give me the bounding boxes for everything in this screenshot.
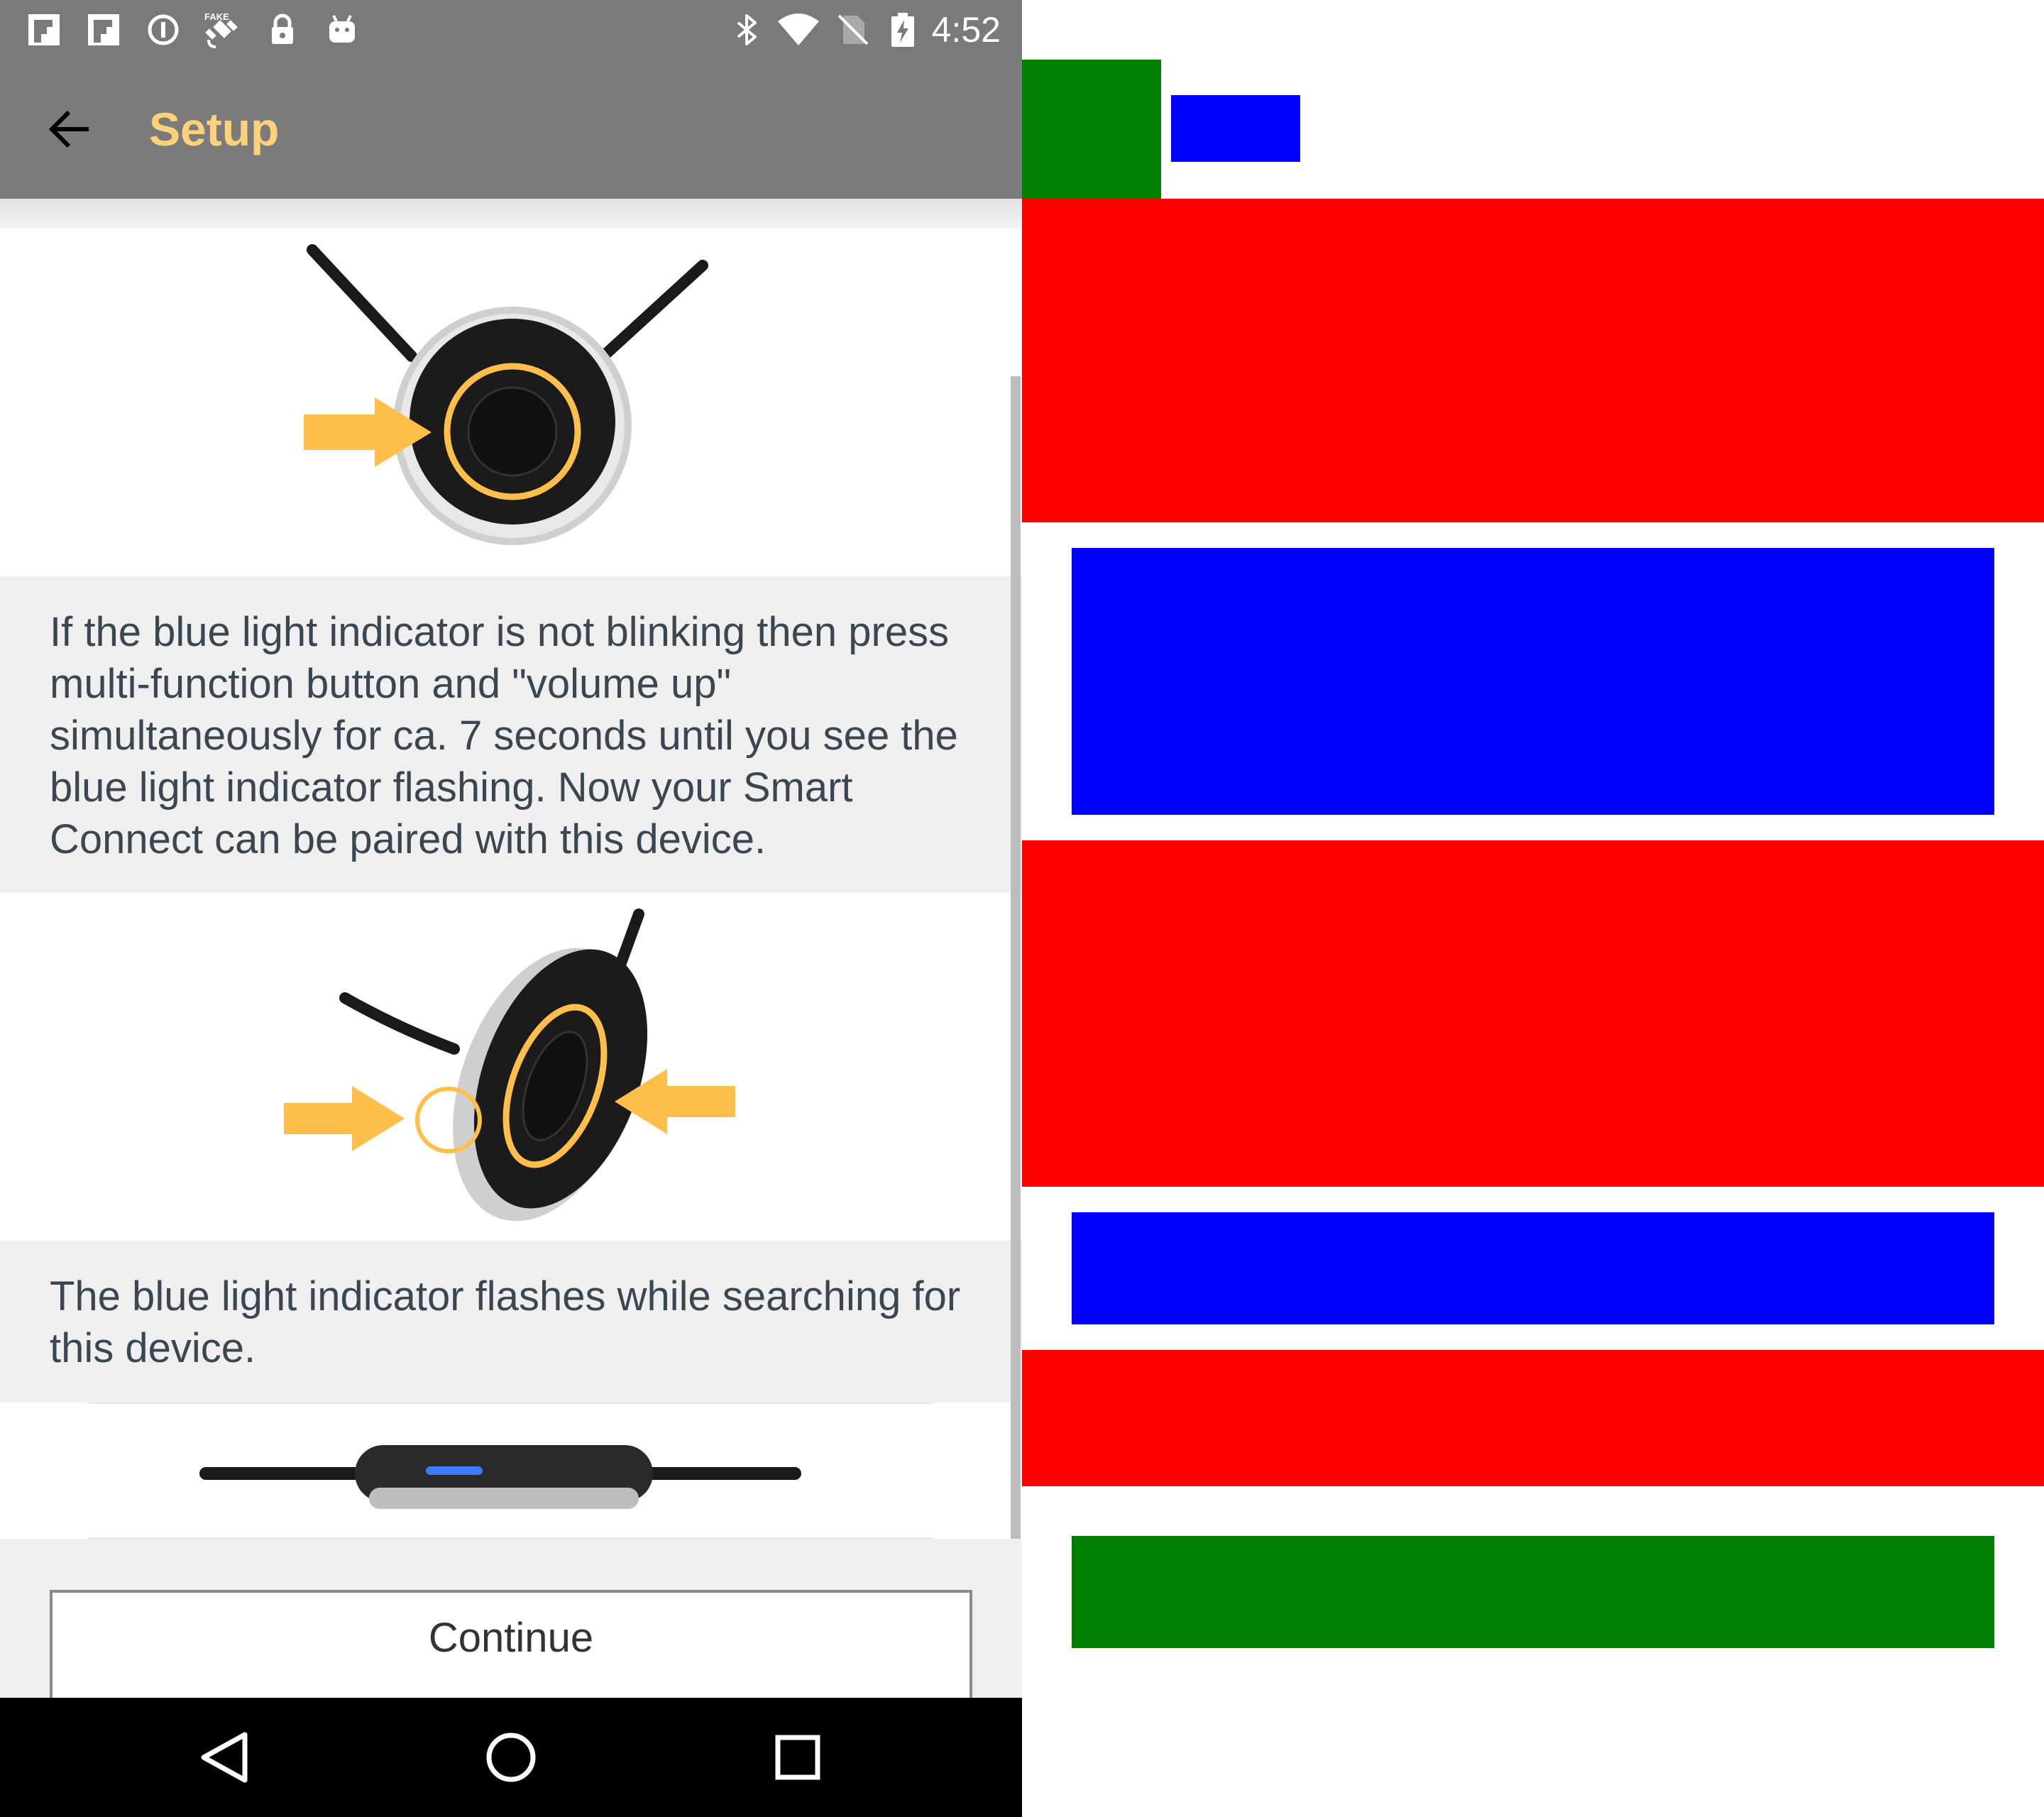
app-bar-shadow: [0, 199, 1022, 229]
annotation-image-region-3: [1022, 1350, 2044, 1486]
no-sim-icon: [837, 14, 869, 45]
battery-charging-icon: [891, 13, 914, 47]
back-triangle-icon: [201, 1732, 248, 1783]
nav-recents-button[interactable]: [762, 1722, 833, 1793]
annotation-text-region-1: [1072, 548, 1994, 815]
nav-home-button[interactable]: [476, 1722, 546, 1793]
phone-screen: FAKE 4:52 Setup If the blue light indica…: [0, 0, 1022, 1817]
continue-button[interactable]: Continue: [50, 1590, 972, 1711]
status-bar: FAKE 4:52: [0, 0, 1022, 60]
annotation-back-button-region: [1022, 60, 1161, 199]
fake-gps-icon: FAKE: [204, 11, 238, 48]
annotation-text-region-2: [1072, 1212, 1994, 1324]
setup-steps-list[interactable]: If the blue light indicator is not blink…: [0, 229, 1022, 1698]
navigation-bar: [0, 1698, 1022, 1817]
annotation-continue-region: [1072, 1536, 1994, 1648]
scrollbar[interactable]: [1011, 376, 1021, 1654]
device-side-buttons-image: [0, 893, 1022, 1241]
device-blue-led-image: [0, 1401, 1022, 1540]
status-time: 4:52: [931, 10, 1001, 50]
lock-icon: [272, 13, 293, 44]
svg-text:FAKE: FAKE: [204, 11, 229, 22]
recents-square-icon: [775, 1735, 820, 1780]
back-button[interactable]: [40, 99, 99, 159]
app-bar: Setup: [0, 60, 1022, 199]
annotation-title-region: [1171, 95, 1300, 162]
page-title: Setup: [149, 103, 280, 155]
flipboard-icon: [88, 14, 119, 45]
annotation-image-region-1: [1022, 199, 2044, 522]
home-circle-icon: [486, 1733, 536, 1782]
flipboard-icon: [28, 14, 60, 45]
step-instruction-text: If the blue light indicator is not blink…: [0, 576, 1022, 893]
arrow-left-icon: [48, 110, 89, 148]
step-status-text: The blue light indicator flashes while s…: [0, 1241, 1022, 1402]
annotation-image-region-2: [1022, 840, 2044, 1187]
info-circle-icon: [148, 14, 179, 45]
bluetooth-icon: [737, 14, 757, 45]
nav-back-button[interactable]: [189, 1722, 260, 1793]
android-icon: [329, 15, 355, 43]
device-front-button-image: [0, 229, 1022, 576]
wifi-icon: [778, 13, 819, 45]
